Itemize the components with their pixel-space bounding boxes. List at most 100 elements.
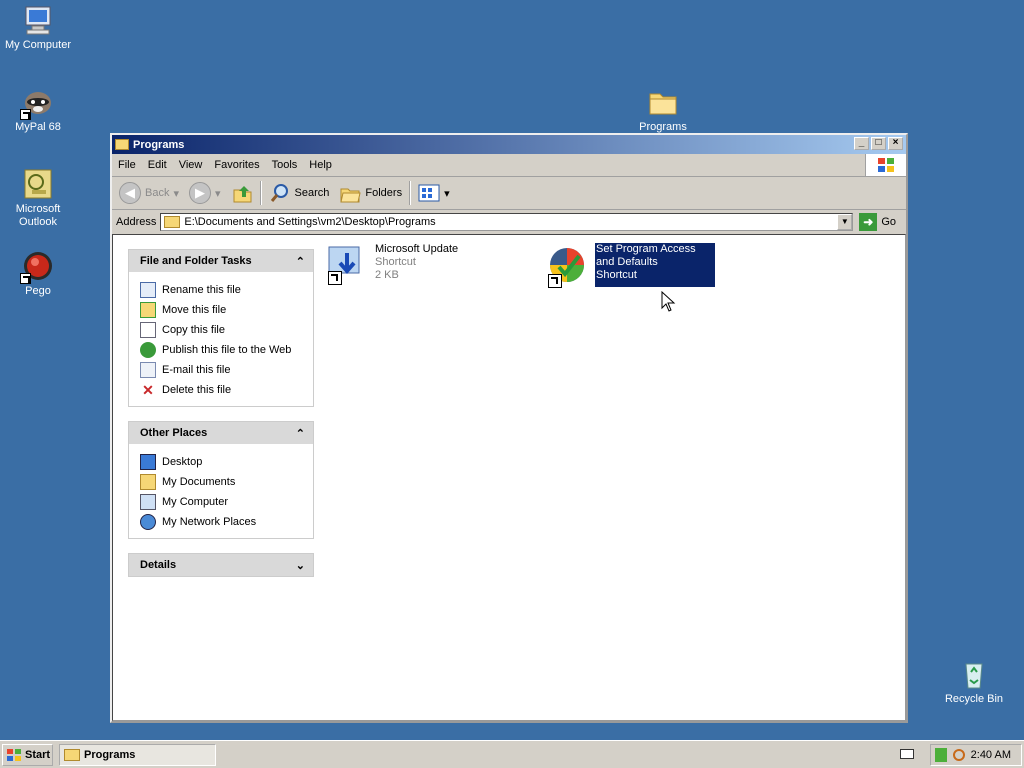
computer-icon [22,4,54,36]
pego-icon [20,250,54,284]
start-button[interactable]: Start [2,743,53,766]
menu-help[interactable]: Help [303,159,338,171]
computer-icon [140,494,156,510]
desktop-icon-label: Microsoft Outlook [15,203,61,228]
desktop-icon-label: Pego [25,285,51,297]
address-input[interactable]: E:\Documents and Settings\vm2\Desktop\Pr… [160,213,854,231]
desktop-icon-my-computer[interactable]: My Computer [0,4,76,52]
task-copy[interactable]: Copy this file [140,320,313,340]
file-type: Shortcut [596,269,637,281]
explorer-window: Programs _ □ × File Edit View Favorites … [110,133,908,723]
task-label: Publish this file to the Web [162,344,292,356]
back-label: Back [145,187,170,199]
shortcut-arrow-icon [20,273,31,284]
taskbar-button-programs[interactable]: Programs [59,743,216,766]
raccoon-icon [20,86,54,120]
file-item-set-program-access[interactable]: Set Program Access and Defaults Shortcut [545,243,715,288]
taskbar: Start Programs 2:40 AM [0,740,1024,768]
search-tray-icon[interactable] [952,749,965,761]
panel-header[interactable]: File and Folder Tasks ⌃ [129,250,313,272]
windows-logo-icon [865,154,906,176]
other-places-panel: Other Places ⌃ Desktop My Documents My C… [128,421,314,539]
place-my-documents[interactable]: My Documents [140,472,313,492]
place-my-computer[interactable]: My Computer [140,492,313,512]
shortcut-arrow-icon [20,109,31,120]
go-button[interactable]: ➜ Go [857,213,906,231]
folders-button[interactable]: Folders [336,180,405,206]
desktop-icon-label: MyPal 68 [15,121,61,133]
folders-icon [340,188,362,203]
folder-icon [164,216,181,228]
start-label: Start [25,748,51,761]
desktop-icon-pego[interactable]: Pego [0,250,76,298]
task-delete[interactable]: ✕ Delete this file [140,380,313,400]
search-icon [270,184,288,202]
toolbar: ◀ Back ▾ ▶ ▾ Search Folders ▾ [112,177,906,210]
desktop-icon-mypal[interactable]: MyPal 68 [0,86,76,134]
folder-icon [115,139,129,150]
expand-icon[interactable]: ⌄ [296,559,305,572]
minimize-button[interactable]: _ [854,137,869,150]
place-label: My Computer [162,496,229,508]
collapse-icon[interactable]: ⌃ [296,255,305,268]
title-bar[interactable]: Programs _ □ × [112,135,906,154]
network-tray-icon[interactable] [934,748,947,762]
close-button[interactable]: × [888,137,903,150]
menu-view[interactable]: View [173,159,209,171]
task-email[interactable]: E-mail this file [140,360,313,380]
panel-title: Details [140,559,177,571]
back-button[interactable]: ◀ Back ▾ [116,180,182,206]
move-icon [140,302,156,318]
file-type: Shortcut [375,256,416,268]
clock[interactable]: 2:40 AM [971,749,1011,761]
content-area: File and Folder Tasks ⌃ Rename this file… [112,234,906,721]
place-desktop[interactable]: Desktop [140,452,313,472]
views-button[interactable]: ▾ [415,180,453,206]
folders-label: Folders [365,187,403,199]
desktop-icon-programs[interactable]: Programs [625,86,701,134]
task-publish[interactable]: Publish this file to the Web [140,340,313,360]
windows-logo-icon [7,748,21,761]
task-rename[interactable]: Rename this file [140,280,313,300]
panel-header[interactable]: Details ⌄ [129,554,313,576]
place-label: My Documents [162,476,236,488]
collapse-icon[interactable]: ⌃ [296,427,305,440]
details-panel: Details ⌄ [128,553,314,577]
rename-icon [140,282,156,298]
menu-favorites[interactable]: Favorites [208,159,265,171]
task-move[interactable]: Move this file [140,300,313,320]
desktop-icon-outlook[interactable]: Microsoft Outlook [0,168,76,229]
panel-header[interactable]: Other Places ⌃ [129,422,313,444]
windows-update-icon [325,243,369,287]
task-label: Rename this file [162,284,241,296]
file-name: Set Program Access and Defaults [596,243,696,268]
file-size: 2 KB [375,269,399,281]
task-pane: File and Folder Tasks ⌃ Rename this file… [113,235,315,720]
menu-tools[interactable]: Tools [266,159,304,171]
globe-icon [140,342,156,358]
file-folder-tasks-panel: File and Folder Tasks ⌃ Rename this file… [128,249,314,407]
folder-icon [647,86,679,118]
go-arrow-icon: ➜ [859,213,878,231]
system-tray: 2:40 AM [929,744,1022,766]
panel-title: Other Places [140,427,208,439]
keyboard-icon[interactable] [900,749,914,759]
folder-icon [64,748,80,761]
file-item-microsoft-update[interactable]: Microsoft Update Shortcut 2 KB [325,243,458,287]
forward-button[interactable]: ▶ ▾ [186,180,224,206]
copy-icon [140,322,156,338]
place-network[interactable]: My Network Places [140,512,313,532]
chevron-down-icon: ▾ [215,187,221,200]
maximize-button[interactable]: □ [871,137,886,150]
desktop-icon [140,454,156,470]
menu-bar: File Edit View Favorites Tools Help [112,154,906,177]
address-dropdown-button[interactable]: ▼ [837,214,853,230]
search-button[interactable]: Search [266,180,333,206]
shortcut-arrow-icon [328,271,342,285]
desktop-icon-recycle-bin[interactable]: Recycle Bin [936,658,1012,706]
place-label: Desktop [162,456,203,468]
menu-file[interactable]: File [112,159,142,171]
up-folder-button[interactable] [228,180,256,206]
menu-edit[interactable]: Edit [142,159,173,171]
panel-title: File and Folder Tasks [140,255,252,267]
